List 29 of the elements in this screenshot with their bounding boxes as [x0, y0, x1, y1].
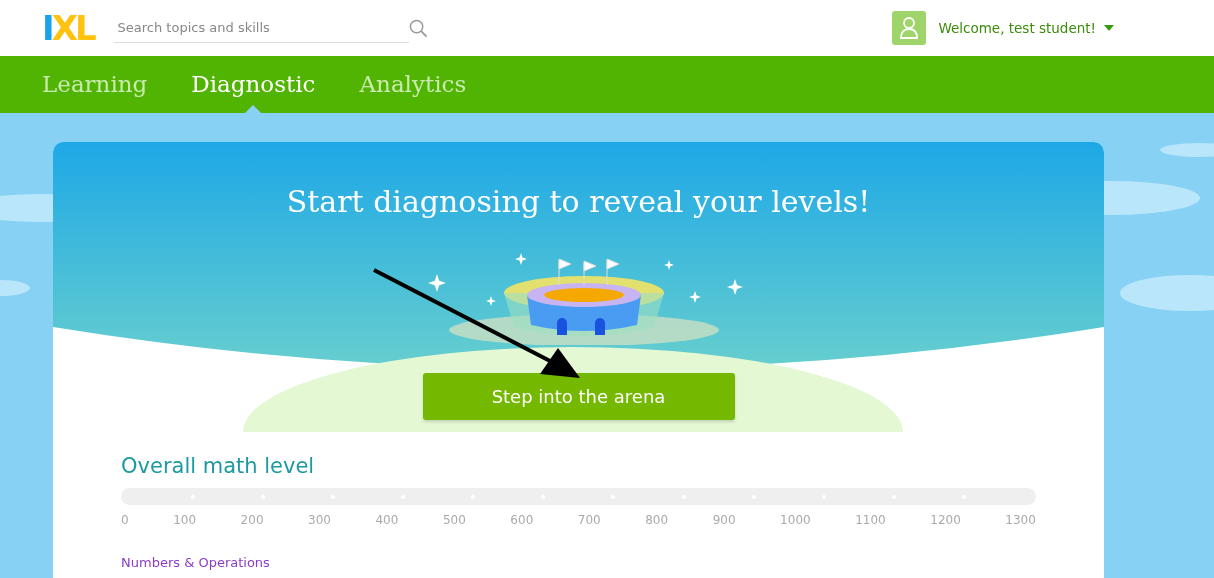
scale-label: 0	[121, 513, 129, 527]
section-title: Overall math level	[121, 454, 316, 478]
cloud	[1160, 143, 1214, 157]
scale-label: 1000	[780, 513, 811, 527]
scale-label: 100	[173, 513, 197, 527]
scale-label: 500	[442, 513, 466, 527]
search-icon[interactable]	[408, 18, 428, 38]
hero-title: Start diagnosing to reveal your levels!	[286, 184, 871, 219]
scale-label: 800	[645, 513, 669, 527]
logo[interactable]: IXL	[42, 11, 94, 45]
scale-label: 600	[510, 513, 534, 527]
scale-label: 200	[240, 513, 264, 527]
scale-label: 900	[712, 513, 736, 527]
nav-tab[interactable]: Diagnostic	[191, 56, 316, 113]
search-field[interactable]: Search topics and skills	[113, 13, 409, 43]
user-avatar-icon[interactable]	[892, 11, 927, 45]
scale-label: 1100	[855, 513, 886, 527]
caret-icon[interactable]	[1104, 25, 1114, 31]
scale-label: 700	[577, 513, 601, 527]
nav-tab[interactable]: Analytics	[359, 56, 467, 113]
user-menu[interactable]: Welcome, test student!	[938, 20, 1096, 36]
scale-label: 300	[308, 513, 331, 527]
step-into-arena-button[interactable]: Step into the arena	[422, 373, 735, 420]
scale-label: 400	[375, 513, 399, 527]
nav-tab[interactable]: Learning	[42, 56, 148, 113]
subsection-title: Numbers & Operations	[121, 555, 271, 570]
cloud	[0, 280, 30, 296]
scale-label: 1300	[1005, 513, 1036, 527]
scale-label: 1200	[930, 513, 961, 527]
